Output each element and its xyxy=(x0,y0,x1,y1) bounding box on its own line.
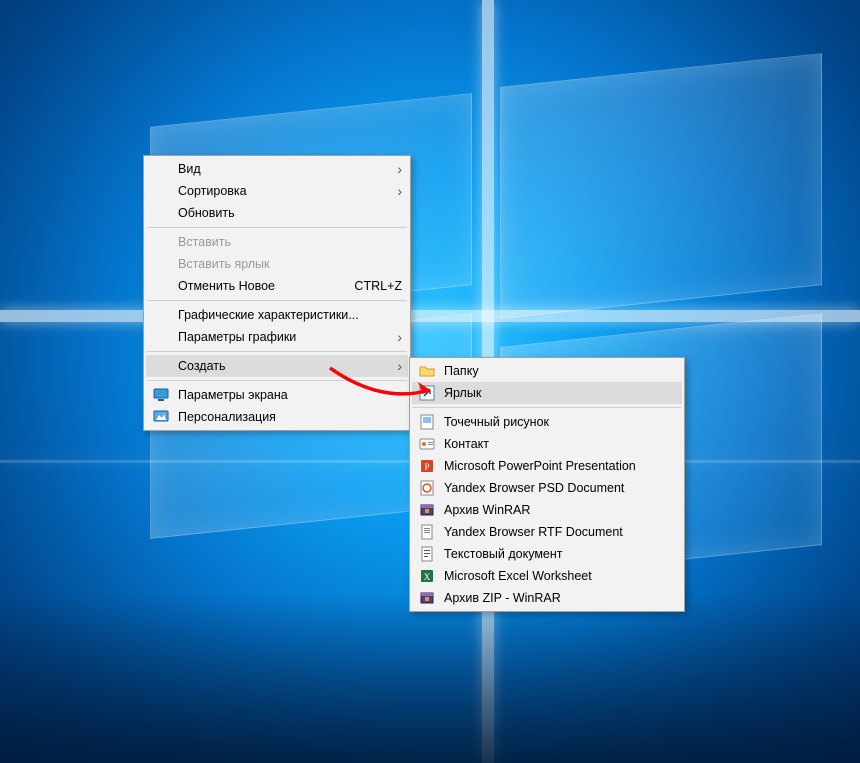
blank-icon xyxy=(150,183,172,199)
menu-item-shortcut: CTRL+Z xyxy=(354,279,402,293)
blank-icon xyxy=(150,358,172,374)
menu-item-label: Создать xyxy=(178,359,373,373)
menu-item-label: Microsoft PowerPoint Presentation xyxy=(444,459,676,473)
winrar-icon xyxy=(416,502,438,518)
submenu-item-rtf[interactable]: Yandex Browser RTF Document xyxy=(412,521,682,543)
new-submenu: Папку Ярлык Точечный рисунок Контакт P M xyxy=(409,357,685,612)
menu-item-label: Вставить ярлык xyxy=(178,257,402,271)
menu-item-label: Отменить Новое xyxy=(178,279,330,293)
menu-item-paste: Вставить xyxy=(146,231,408,253)
menu-separator xyxy=(147,380,407,381)
submenu-item-excel[interactable]: X Microsoft Excel Worksheet xyxy=(412,565,682,587)
folder-icon xyxy=(416,363,438,379)
submenu-item-folder[interactable]: Папку xyxy=(412,360,682,382)
wallpaper-beam xyxy=(0,310,860,322)
menu-item-label: Контакт xyxy=(444,437,676,451)
menu-item-label: Ярлык xyxy=(444,386,676,400)
blank-icon xyxy=(150,161,172,177)
menu-item-refresh[interactable]: Обновить xyxy=(146,202,408,224)
menu-item-label: Параметры экрана xyxy=(178,388,402,402)
menu-item-label: Персонализация xyxy=(178,410,402,424)
submenu-arrow-icon: › xyxy=(397,358,402,374)
blank-icon xyxy=(150,205,172,221)
menu-item-display-settings[interactable]: Параметры экрана xyxy=(146,384,408,406)
menu-item-label: Архив WinRAR xyxy=(444,503,676,517)
powerpoint-icon: P xyxy=(416,458,438,474)
submenu-item-winrar[interactable]: Архив WinRAR xyxy=(412,499,682,521)
desktop-context-menu: Вид › Сортировка › Обновить Вставить Вст… xyxy=(143,155,411,431)
menu-separator xyxy=(147,227,407,228)
submenu-arrow-icon: › xyxy=(397,161,402,177)
wallpaper-shadow xyxy=(0,593,860,763)
menu-item-graphics-props[interactable]: Графические характеристики... xyxy=(146,304,408,326)
menu-item-label: Yandex Browser RTF Document xyxy=(444,525,676,539)
submenu-item-text[interactable]: Текстовый документ xyxy=(412,543,682,565)
menu-item-label: Текстовый документ xyxy=(444,547,676,561)
submenu-item-psd[interactable]: Yandex Browser PSD Document xyxy=(412,477,682,499)
text-icon xyxy=(416,546,438,562)
menu-item-label: Вставить xyxy=(178,235,402,249)
menu-item-label: Параметры графики xyxy=(178,330,373,344)
menu-item-label: Yandex Browser PSD Document xyxy=(444,481,676,495)
submenu-item-shortcut[interactable]: Ярлык xyxy=(412,382,682,404)
menu-item-undo[interactable]: Отменить Новое CTRL+Z xyxy=(146,275,408,297)
menu-item-sort[interactable]: Сортировка › xyxy=(146,180,408,202)
menu-item-label: Графические характеристики... xyxy=(178,308,402,322)
desktop[interactable]: Вид › Сортировка › Обновить Вставить Вст… xyxy=(0,0,860,763)
submenu-arrow-icon: › xyxy=(397,183,402,199)
menu-item-label: Точечный рисунок xyxy=(444,415,676,429)
display-settings-icon xyxy=(150,387,172,403)
psd-icon xyxy=(416,480,438,496)
submenu-item-contact[interactable]: Контакт xyxy=(412,433,682,455)
menu-item-label: Сортировка xyxy=(178,184,373,198)
menu-item-label: Архив ZIP - WinRAR xyxy=(444,591,676,605)
excel-icon: X xyxy=(416,568,438,584)
menu-separator xyxy=(147,300,407,301)
menu-item-label: Папку xyxy=(444,364,676,378)
winrar-icon xyxy=(416,590,438,606)
submenu-arrow-icon: › xyxy=(397,329,402,345)
menu-item-graphics-params[interactable]: Параметры графики › xyxy=(146,326,408,348)
contact-icon xyxy=(416,436,438,452)
menu-separator xyxy=(147,351,407,352)
bitmap-icon xyxy=(416,414,438,430)
blank-icon xyxy=(150,278,172,294)
submenu-item-bitmap[interactable]: Точечный рисунок xyxy=(412,411,682,433)
menu-separator xyxy=(413,407,681,408)
blank-icon xyxy=(150,307,172,323)
menu-item-new[interactable]: Создать › xyxy=(146,355,408,377)
rtf-icon xyxy=(416,524,438,540)
blank-icon xyxy=(150,256,172,272)
menu-item-label: Microsoft Excel Worksheet xyxy=(444,569,676,583)
menu-item-label: Вид xyxy=(178,162,373,176)
blank-icon xyxy=(150,234,172,250)
svg-text:P: P xyxy=(424,462,429,472)
personalization-icon xyxy=(150,409,172,425)
menu-item-personalize[interactable]: Персонализация xyxy=(146,406,408,428)
submenu-item-zip[interactable]: Архив ZIP - WinRAR xyxy=(412,587,682,609)
menu-item-paste-shortcut: Вставить ярлык xyxy=(146,253,408,275)
svg-text:X: X xyxy=(424,572,431,582)
blank-icon xyxy=(150,329,172,345)
shortcut-icon xyxy=(416,385,438,401)
menu-item-label: Обновить xyxy=(178,206,402,220)
wallpaper-pane xyxy=(500,53,822,319)
menu-item-view[interactable]: Вид › xyxy=(146,158,408,180)
submenu-item-powerpoint[interactable]: P Microsoft PowerPoint Presentation xyxy=(412,455,682,477)
